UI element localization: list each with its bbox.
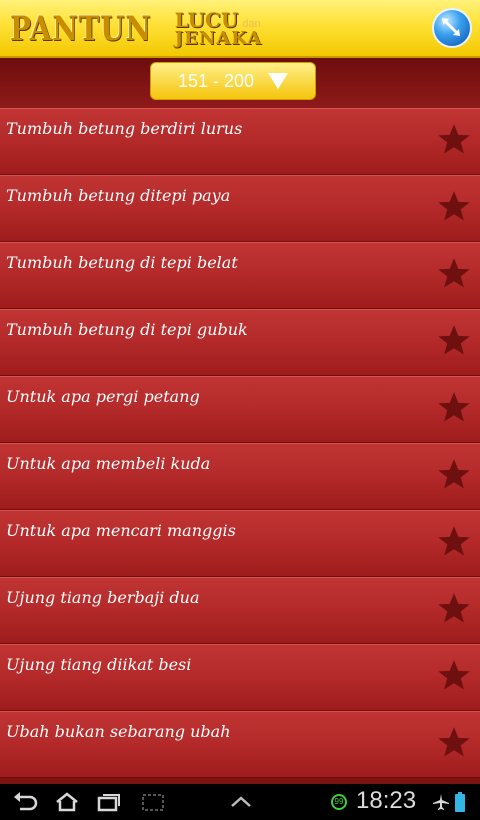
status-clock: 18:23	[356, 787, 417, 814]
list-item-title: Ujung tiang diikat besi	[6, 655, 192, 674]
list-item-title: Tumbuh betung di tepi gubuk	[6, 320, 248, 339]
list-item-title: Untuk apa pergi petang	[6, 387, 200, 406]
star-icon[interactable]	[436, 256, 472, 292]
pantun-list: Tumbuh betung berdiri lurus Tumbuh betun…	[0, 108, 480, 778]
list-item[interactable]: Ubah bukan sebarang ubah	[0, 711, 480, 778]
list-item-title: Untuk apa mencari manggis	[6, 521, 236, 540]
notification-badge: 99	[331, 794, 347, 810]
list-item[interactable]: Tumbuh betung di tepi belat	[0, 242, 480, 309]
menu-up-icon[interactable]	[228, 791, 254, 813]
star-icon[interactable]	[436, 725, 472, 761]
list-item[interactable]: Tumbuh betung di tepi gubuk	[0, 309, 480, 376]
star-icon[interactable]	[436, 390, 472, 426]
list-item[interactable]: Untuk apa mencari manggis	[0, 510, 480, 577]
battery-icon	[455, 792, 465, 812]
list-item-title: Tumbuh betung di tepi belat	[6, 253, 238, 272]
logo-jenaka: JENAKA	[174, 28, 263, 49]
list-item[interactable]: Untuk apa pergi petang	[0, 376, 480, 443]
range-label: 151 - 200	[177, 70, 255, 91]
star-icon[interactable]	[436, 189, 472, 225]
star-icon[interactable]	[436, 658, 472, 694]
list-item[interactable]: Ujung tiang berbaji dua	[0, 577, 480, 644]
list-item-title: Ujung tiang berbaji dua	[6, 588, 200, 607]
star-icon[interactable]	[436, 122, 472, 158]
list-item-title: Ubah bukan sebarang ubah	[6, 722, 231, 741]
dropdown-triangle-icon	[268, 73, 289, 89]
star-icon[interactable]	[436, 323, 472, 359]
logo-pantun: PANTUN	[10, 9, 152, 49]
list-item[interactable]: Tumbuh betung ditepi paya	[0, 175, 480, 242]
list-item[interactable]: Tumbuh betung berdiri lurus	[0, 108, 480, 175]
list-item-title: Tumbuh betung ditepi paya	[6, 186, 231, 205]
star-icon[interactable]	[436, 457, 472, 493]
star-icon[interactable]	[436, 591, 472, 627]
range-dropdown[interactable]: 151 - 200	[150, 62, 316, 100]
screenshot-icon[interactable]	[140, 791, 166, 813]
list-item[interactable]: Ujung tiang diikat besi	[0, 644, 480, 711]
system-nav-bar: 99 18:23	[0, 784, 480, 820]
app-header: PANTUN LUCU dan JENAKA	[0, 0, 480, 58]
globe-icon[interactable]	[432, 8, 472, 48]
logo-lucu: LUCU	[174, 8, 239, 32]
list-item-title: Untuk apa membeli kuda	[6, 454, 211, 473]
logo-subtitle: LUCU dan JENAKA	[175, 10, 263, 48]
recent-apps-icon[interactable]	[96, 791, 122, 813]
app-logo: PANTUN LUCU dan JENAKA	[10, 4, 262, 54]
home-icon[interactable]	[54, 791, 80, 813]
star-icon[interactable]	[436, 524, 472, 560]
list-item-title: Tumbuh betung berdiri lurus	[6, 119, 243, 138]
range-bar: 151 - 200	[0, 58, 480, 108]
airplane-icon	[433, 794, 449, 810]
back-icon[interactable]	[12, 791, 38, 813]
list-item[interactable]: Untuk apa membeli kuda	[0, 443, 480, 510]
